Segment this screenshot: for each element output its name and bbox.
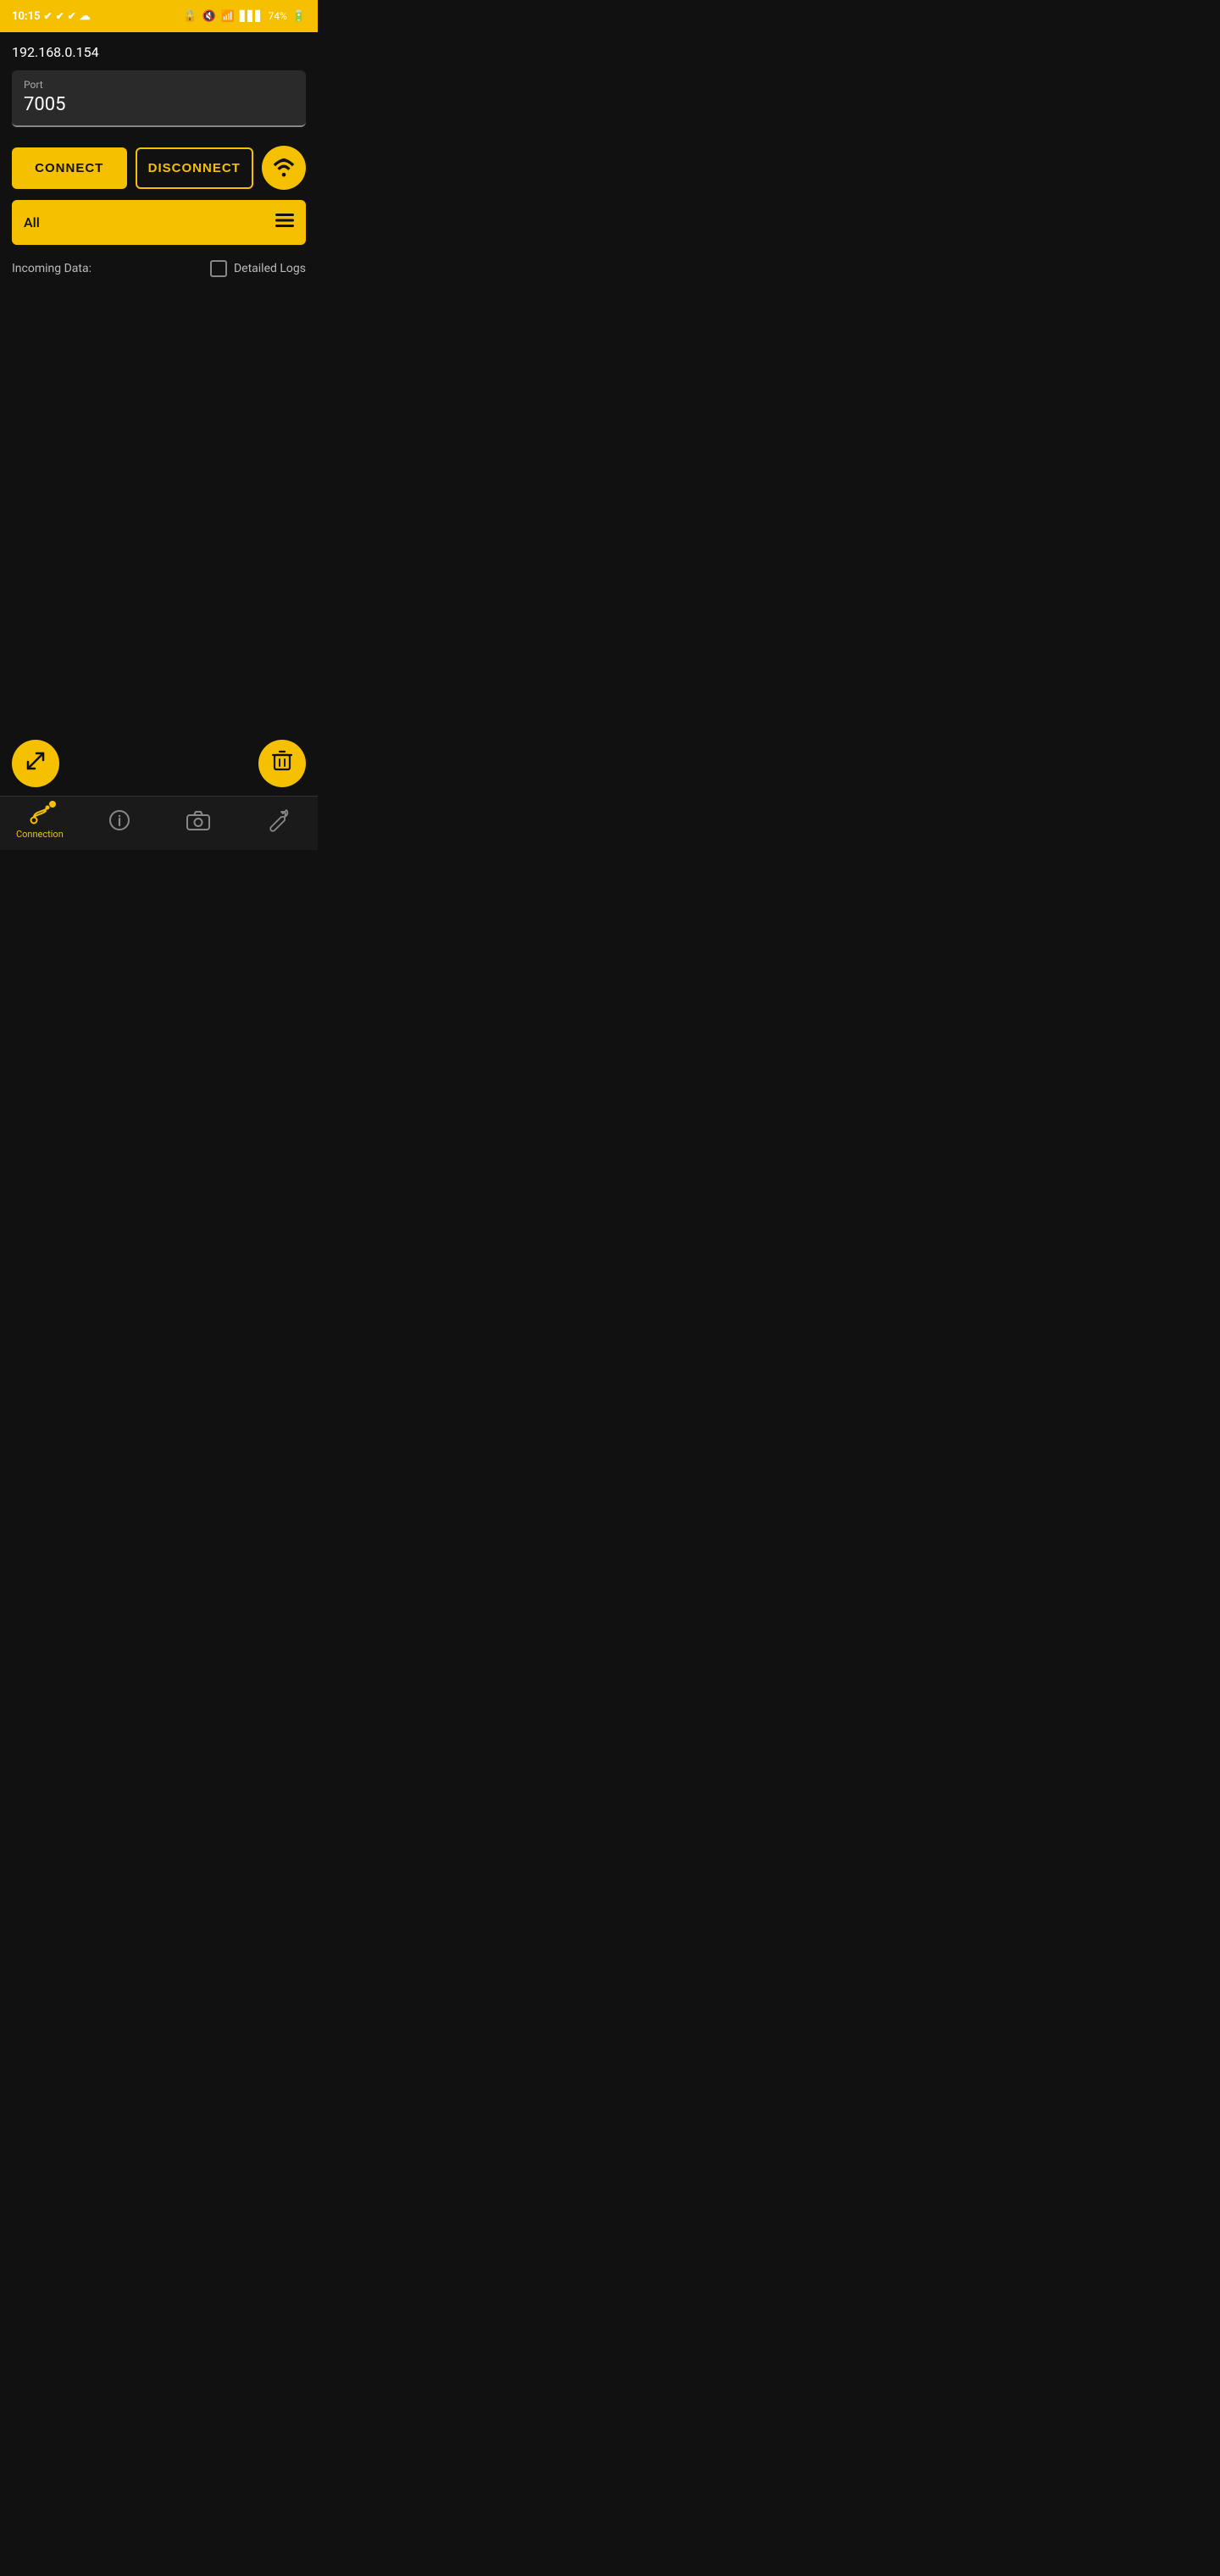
connect-button[interactable]: CONNECT bbox=[12, 147, 127, 189]
dropdown-selected: All bbox=[24, 214, 40, 230]
info-nav-icon-wrapper bbox=[108, 809, 130, 831]
ip-address: 192.168.0.154 bbox=[12, 44, 306, 60]
nav-item-camera[interactable] bbox=[159, 810, 239, 834]
nav-item-tools[interactable] bbox=[238, 808, 318, 836]
bottom-nav: Connection bbox=[0, 796, 318, 850]
port-value[interactable]: 7005 bbox=[24, 94, 294, 115]
tools-nav-icon-wrapper bbox=[266, 808, 290, 832]
wrench-icon bbox=[266, 808, 290, 832]
connection-nav-icon-wrapper bbox=[27, 803, 53, 825]
delete-button[interactable] bbox=[258, 740, 306, 787]
time-display: 10:15 bbox=[12, 10, 41, 23]
wifi-button[interactable] bbox=[262, 146, 306, 190]
check-icon-3 bbox=[68, 10, 76, 23]
wifi-status-icon: 📶 bbox=[221, 10, 235, 23]
detailed-logs-label: Detailed Logs bbox=[234, 262, 306, 275]
mute-icon: 🔇 bbox=[202, 10, 215, 23]
dropdown-bar[interactable]: All bbox=[12, 200, 306, 245]
connection-icon bbox=[27, 803, 53, 825]
check-icon-1 bbox=[44, 10, 53, 23]
battery-icon: 🔋 bbox=[292, 10, 306, 23]
dropdown-arrow-icon bbox=[275, 214, 294, 231]
buttons-row: CONNECT DISCONNECT bbox=[12, 146, 306, 190]
status-bar-left: 10:15 bbox=[12, 10, 91, 23]
trash-icon bbox=[272, 750, 292, 777]
camera-nav-icon-wrapper bbox=[186, 810, 210, 830]
camera-icon bbox=[186, 810, 210, 830]
cloud-icon bbox=[80, 10, 91, 23]
incoming-data-label: Incoming Data: bbox=[12, 262, 92, 275]
connection-nav-dot bbox=[49, 801, 56, 808]
detailed-logs-row[interactable]: Detailed Logs bbox=[210, 260, 306, 277]
lock-icon: 🔒 bbox=[183, 10, 197, 23]
menu-icon bbox=[275, 214, 294, 227]
signal-icon: ▋▋▋ bbox=[240, 10, 263, 22]
battery-display: 74% bbox=[269, 10, 287, 22]
port-label: Port bbox=[24, 79, 294, 91]
check-icon-2 bbox=[56, 10, 64, 23]
data-area bbox=[12, 286, 306, 726]
wifi-icon bbox=[272, 156, 296, 180]
expand-icon bbox=[25, 750, 47, 777]
nav-item-info[interactable] bbox=[80, 809, 159, 835]
fab-row bbox=[0, 726, 318, 796]
status-bar: 10:15 🔒 🔇 📶 ▋▋▋ 74% 🔋 bbox=[0, 0, 318, 32]
port-input-container[interactable]: Port 7005 bbox=[12, 70, 306, 127]
nav-item-connection[interactable]: Connection bbox=[0, 803, 80, 840]
main-content: 192.168.0.154 Port 7005 CONNECT DISCONNE… bbox=[0, 32, 318, 726]
status-bar-right: 🔒 🔇 📶 ▋▋▋ 74% 🔋 bbox=[183, 10, 306, 23]
incoming-section: Incoming Data: Detailed Logs bbox=[12, 260, 306, 277]
nav-label-connection: Connection bbox=[16, 829, 64, 840]
detailed-logs-checkbox[interactable] bbox=[210, 260, 227, 277]
disconnect-button[interactable]: DISCONNECT bbox=[136, 147, 254, 189]
expand-button[interactable] bbox=[12, 740, 59, 787]
info-icon bbox=[108, 809, 130, 831]
